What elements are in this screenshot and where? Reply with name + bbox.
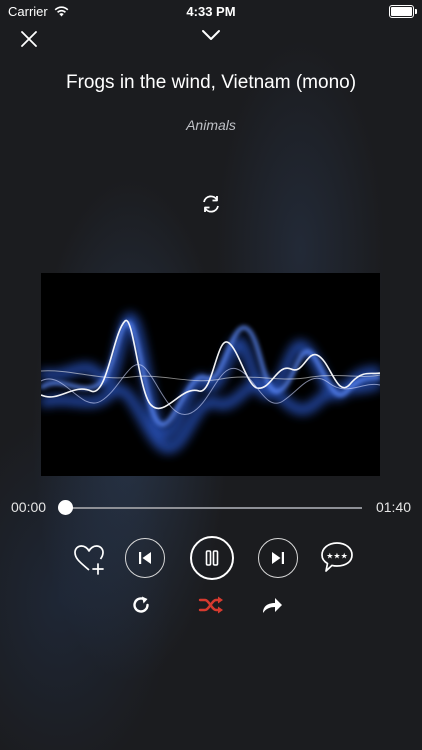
repeat-button[interactable]	[128, 592, 154, 618]
pause-icon	[205, 550, 219, 566]
close-icon	[21, 31, 37, 47]
progress-track[interactable]	[65, 507, 362, 509]
shuffle-button[interactable]	[197, 592, 225, 618]
chevron-down-icon	[202, 30, 220, 40]
skip-back-icon	[139, 552, 151, 564]
sync-button[interactable]	[198, 191, 224, 217]
next-button[interactable]	[258, 538, 298, 578]
battery-icon	[389, 5, 417, 18]
repeat-icon	[133, 596, 149, 613]
play-pause-button[interactable]	[190, 536, 234, 580]
share-button[interactable]	[258, 592, 286, 618]
close-button[interactable]	[18, 28, 40, 50]
status-time: 4:33 PM	[186, 4, 236, 19]
skip-forward-icon	[272, 552, 284, 564]
collapse-player-button[interactable]	[198, 26, 224, 44]
shuffle-icon	[198, 596, 223, 614]
track-title: Frogs in the wind, Vietnam (mono)	[65, 72, 357, 93]
total-time: 01:40	[375, 499, 411, 515]
elapsed-time: 00:00	[11, 499, 47, 515]
svg-text:★★★: ★★★	[326, 552, 348, 561]
album-artwork	[41, 273, 380, 476]
add-favorite-button[interactable]	[70, 540, 108, 578]
refresh-icon	[203, 195, 219, 213]
rating-bubble-icon: ★★★	[321, 542, 353, 572]
rate-button[interactable]: ★★★	[318, 538, 356, 576]
share-icon	[263, 598, 282, 613]
track-category: Animals	[186, 117, 236, 133]
progress-knob[interactable]	[57, 500, 73, 515]
status-bar: Carrier 4:33 PM	[0, 0, 422, 22]
heart-plus-icon	[74, 545, 104, 575]
sound-waveform-artwork	[41, 312, 380, 454]
previous-button[interactable]	[125, 538, 165, 578]
